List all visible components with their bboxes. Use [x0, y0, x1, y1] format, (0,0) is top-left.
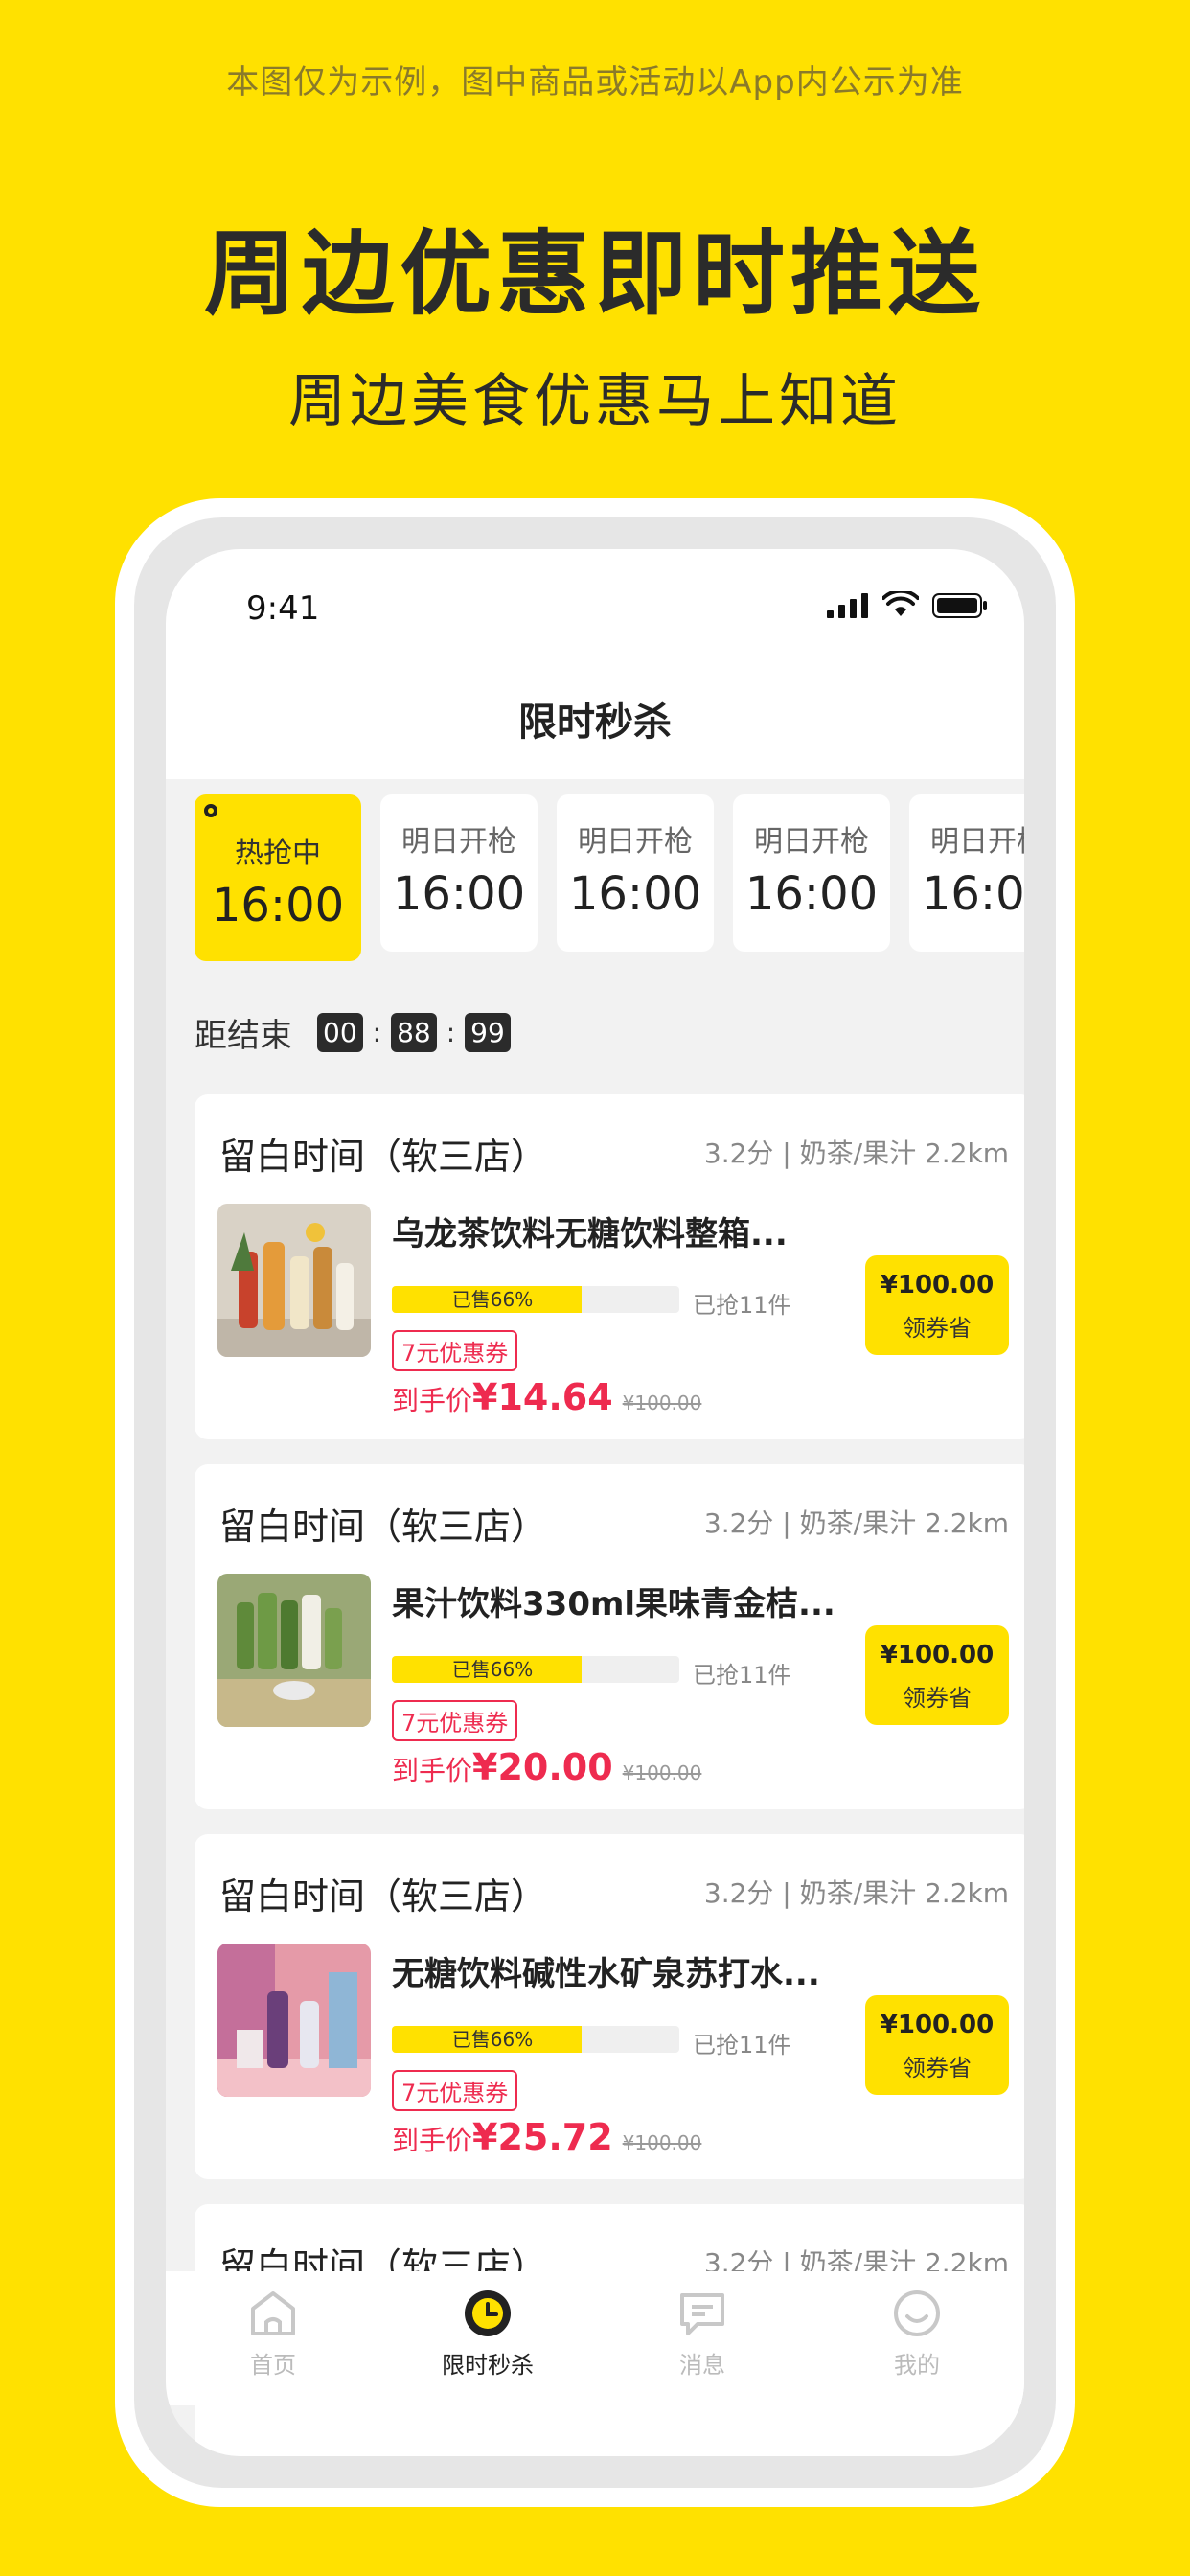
- grabbed-count: 已抢11件: [693, 1662, 791, 1689]
- sold-progress-text: 已售66%: [451, 1288, 534, 1311]
- final-price-value: ¥14.64: [472, 1376, 613, 1418]
- status-icons: [827, 591, 988, 618]
- time-slot-label: 明日开枪: [754, 825, 869, 859]
- coupon-tag: 7元优惠券: [392, 2070, 518, 2111]
- store-card[interactable]: 留白时间（软三店） 3.2分 | 奶茶/果汁 2.2km: [195, 1834, 1024, 2179]
- coupon-button-price: ¥100.00: [880, 2011, 995, 2039]
- signal-icon: [827, 593, 868, 618]
- time-slot-active[interactable]: 热抢中 16:00: [195, 794, 361, 961]
- time-slot[interactable]: 明日开枪 16:00: [909, 794, 1024, 952]
- hero-title: 周边优惠即时推送: [204, 220, 986, 328]
- coupon-button-price: ¥100.00: [880, 1641, 995, 1669]
- time-slot[interactable]: 明日开枪 16:00: [733, 794, 890, 952]
- hero-subtitle: 周边美食优惠马上知道: [288, 368, 902, 435]
- time-slot-time: 16:00: [211, 879, 345, 932]
- time-slot-time: 16:00: [921, 867, 1024, 921]
- time-slot-time: 16:00: [744, 867, 879, 921]
- status-time: 9:41: [246, 589, 320, 628]
- tab-messages-label: 消息: [679, 2352, 725, 2379]
- smile-icon: [894, 2290, 940, 2336]
- store-meta: 3.2分 | 奶茶/果汁 2.2km: [703, 1877, 1009, 1909]
- time-slot-tabs: 热抢中 16:00 明日开枪 16:00 明日开枪 16:00 明日开枪 16:…: [195, 794, 1024, 961]
- final-price-label: 到手价: [392, 1755, 473, 1786]
- countdown-hours: 00: [317, 1013, 363, 1052]
- final-price: 到手价¥20.00 ¥100.00: [392, 1746, 701, 1788]
- final-price-label: 到手价: [392, 1385, 473, 1416]
- page-title: 限时秒杀: [518, 701, 672, 745]
- grabbed-count: 已抢11件: [693, 1292, 791, 1319]
- home-icon: [251, 2291, 295, 2335]
- tab-flash-sale-label: 限时秒杀: [442, 2352, 534, 2379]
- store-name: 留白时间（软三店）: [219, 1506, 548, 1548]
- time-slot-time: 16:00: [392, 867, 526, 921]
- message-icon: [680, 2293, 724, 2335]
- clock-icon: [465, 2290, 511, 2336]
- countdown-separator: :: [446, 1017, 456, 1048]
- claim-coupon-button[interactable]: ¥100.00 领券省: [865, 1625, 1009, 1725]
- countdown-separator: :: [372, 1017, 382, 1048]
- time-slot-label: 明日开枪: [930, 825, 1024, 859]
- sold-progress-text: 已售66%: [451, 2028, 534, 2051]
- store-card[interactable]: 留白时间（软三店） 3.2分 | 奶茶/果汁 2.2km: [195, 1464, 1024, 1809]
- battery-icon: [932, 593, 987, 618]
- coupon-button-label: 领券省: [903, 2055, 972, 2082]
- store-meta: 3.2分 | 奶茶/果汁 2.2km: [703, 1507, 1009, 1539]
- final-price: 到手价¥14.64 ¥100.00: [392, 1376, 701, 1418]
- store-meta: 3.2分 | 奶茶/果汁 2.2km: [703, 1138, 1009, 1169]
- wifi-icon: [882, 591, 919, 616]
- tab-messages[interactable]: 消息: [621, 2271, 784, 2405]
- coupon-button-price: ¥100.00: [880, 1271, 995, 1300]
- sold-progress-text: 已售66%: [451, 1658, 534, 1681]
- final-price-label: 到手价: [392, 2125, 473, 2156]
- store-card[interactable]: 留白时间（软三店） 3.2分 | 奶茶/果汁 2.2km: [195, 1094, 1024, 1439]
- countdown-seconds: 99: [465, 1013, 511, 1052]
- tab-flash-sale[interactable]: 限时秒杀: [406, 2271, 569, 2405]
- final-price-value: ¥25.72: [472, 2116, 613, 2158]
- store-name: 留白时间（软三店）: [219, 1875, 548, 1918]
- sold-progress-bar: 已售66%: [392, 2026, 679, 2053]
- time-slot[interactable]: 明日开枪 16:00: [380, 794, 538, 952]
- product-image[interactable]: [217, 1204, 371, 1357]
- countdown-label: 距结束: [195, 1017, 292, 1055]
- tab-home[interactable]: 首页: [192, 2271, 355, 2405]
- product-title[interactable]: 无糖饮料碱性水矿泉苏打水...: [392, 1947, 820, 1994]
- product-image[interactable]: [217, 1574, 371, 1727]
- original-price: ¥100.00: [622, 1761, 702, 1784]
- claim-coupon-button[interactable]: ¥100.00 领券省: [865, 1995, 1009, 2095]
- coupon-tag: 7元优惠券: [392, 1330, 518, 1371]
- final-price: 到手价¥25.72 ¥100.00: [392, 2116, 701, 2158]
- time-slot-label: 明日开枪: [401, 825, 516, 859]
- product-title[interactable]: 果汁饮料330ml果味青金桔...: [392, 1577, 835, 1624]
- grabbed-count: 已抢11件: [693, 2032, 791, 2058]
- coupon-tag: 7元优惠券: [392, 1700, 518, 1741]
- claim-coupon-button[interactable]: ¥100.00 领券省: [865, 1255, 1009, 1355]
- time-slot-label: 明日开枪: [578, 825, 693, 859]
- original-price: ¥100.00: [622, 1392, 702, 1414]
- coupon-button-label: 领券省: [903, 1685, 972, 1712]
- status-bar: 9:41: [166, 549, 1024, 664]
- sold-progress-bar: 已售66%: [392, 1656, 679, 1683]
- original-price: ¥100.00: [622, 2131, 702, 2154]
- sold-progress-bar: 已售66%: [392, 1286, 679, 1313]
- time-slot[interactable]: 明日开枪 16:00: [557, 794, 714, 952]
- tab-profile-label: 我的: [894, 2352, 940, 2379]
- store-name: 留白时间（软三店）: [219, 1136, 548, 1178]
- bottom-tab-bar: 首页 限时秒杀 消息 我的: [166, 2271, 1024, 2405]
- time-slot-label: 热抢中: [235, 837, 321, 870]
- coupon-button-label: 领券省: [903, 1315, 972, 1342]
- phone-screen: 9:41 限时秒杀 热抢中 16:00 明日开枪 16:00 明日开枪 16:0…: [166, 549, 1024, 2456]
- phone-frame: 9:41 限时秒杀 热抢中 16:00 明日开枪 16:00 明日开枪 16:0…: [115, 498, 1075, 2507]
- countdown-minutes: 88: [391, 1013, 437, 1052]
- countdown: 距结束 00 : 88 : 99: [195, 1009, 511, 1056]
- product-image[interactable]: [217, 1944, 371, 2097]
- disclaimer: 本图仅为示例，图中商品或活动以App内公示为准: [226, 63, 964, 102]
- live-indicator-icon: [204, 804, 217, 817]
- tab-home-label: 首页: [250, 2352, 296, 2379]
- time-slot-time: 16:00: [568, 867, 702, 921]
- tab-profile[interactable]: 我的: [835, 2271, 998, 2405]
- phone-bezel: 9:41 限时秒杀 热抢中 16:00 明日开枪 16:00 明日开枪 16:0…: [134, 518, 1056, 2488]
- product-title[interactable]: 乌龙茶饮料无糖饮料整箱...: [392, 1208, 788, 1254]
- nav-bar: 限时秒杀: [166, 664, 1024, 779]
- final-price-value: ¥20.00: [472, 1746, 613, 1788]
